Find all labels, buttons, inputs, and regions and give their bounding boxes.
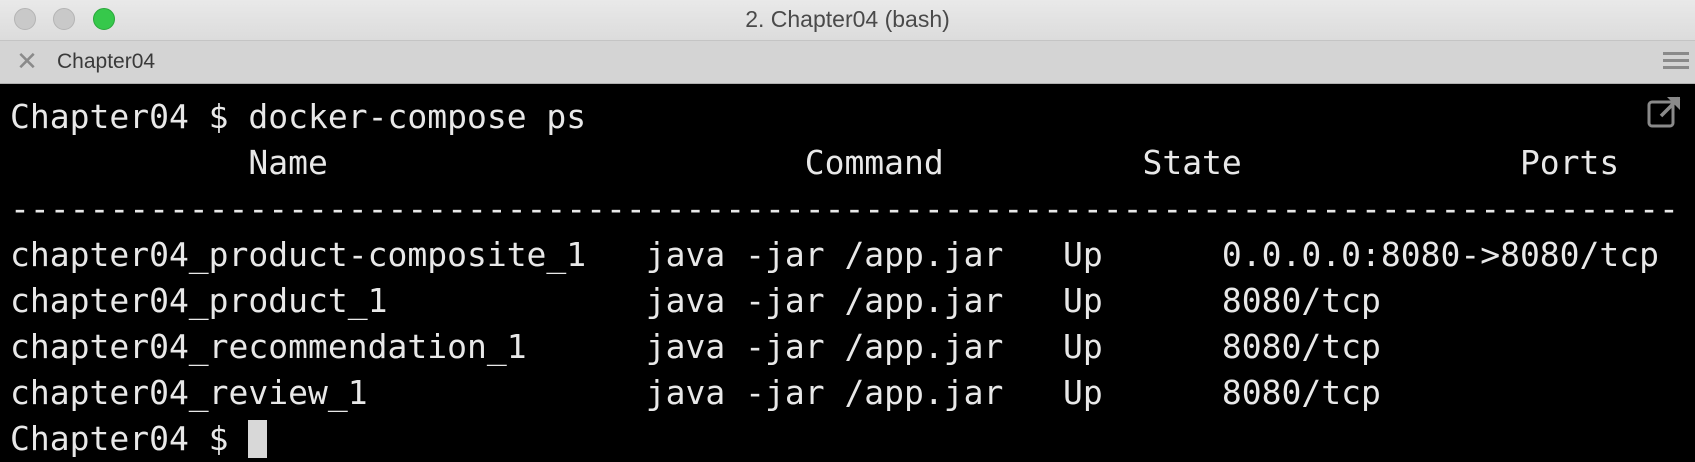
table-divider: ----------------------------------------… xyxy=(10,189,1679,228)
tab-bar: ✕ Chapter04 xyxy=(0,41,1695,84)
close-icon[interactable]: ✕ xyxy=(14,47,40,77)
terminal-output[interactable]: Chapter04 $ docker-compose ps Name Comma… xyxy=(0,84,1695,459)
table-header: Name Command State Ports xyxy=(10,143,1620,182)
text-cursor xyxy=(248,420,268,458)
prompt-line[interactable]: Chapter04 $ xyxy=(10,416,1679,462)
table-row: chapter04_recommendation_1 java -jar /ap… xyxy=(10,327,1381,366)
tab-chapter04[interactable]: Chapter04 xyxy=(57,41,155,83)
title-bar[interactable]: 2. Chapter04 (bash) xyxy=(0,0,1695,41)
table-row: chapter04_product_1 java -jar /app.jar U… xyxy=(10,281,1381,320)
shell-prompt: Chapter04 $ xyxy=(10,419,249,458)
terminal-window: 2. Chapter04 (bash) ✕ Chapter04 Chapter0… xyxy=(0,0,1695,459)
command-line: Chapter04 $ docker-compose ps xyxy=(10,97,587,136)
table-row: chapter04_review_1 java -jar /app.jar Up… xyxy=(10,373,1381,412)
hamburger-menu-icon[interactable] xyxy=(1663,52,1689,72)
popout-icon[interactable] xyxy=(1645,92,1685,132)
window-title: 2. Chapter04 (bash) xyxy=(745,6,950,32)
table-row: chapter04_product-composite_1 java -jar … xyxy=(10,235,1660,274)
terminal-lines: Chapter04 $ docker-compose ps Name Comma… xyxy=(10,94,1679,462)
